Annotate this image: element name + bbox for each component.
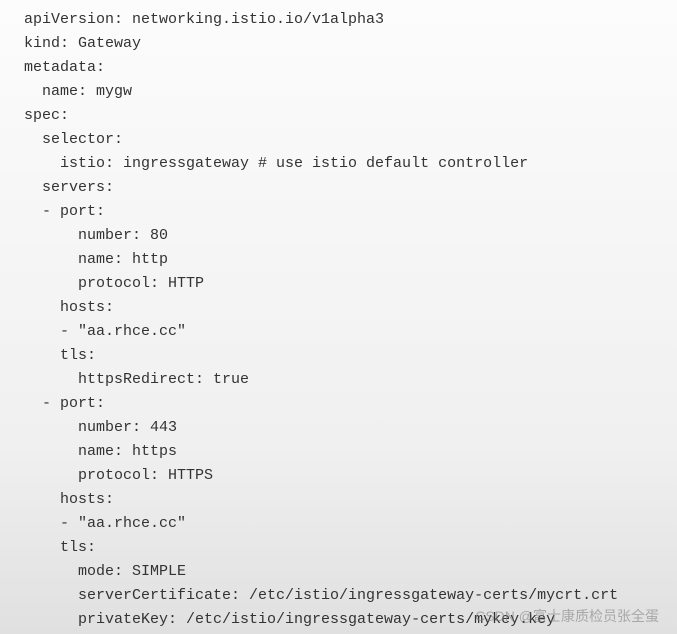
- code-line: serverCertificate: /etc/istio/ingressgat…: [24, 587, 618, 604]
- code-line: hosts:: [24, 299, 114, 316]
- code-line: - "aa.rhce.cc": [24, 323, 186, 340]
- code-line: kind: Gateway: [24, 35, 141, 52]
- code-line: number: 80: [24, 227, 168, 244]
- code-line: - port:: [24, 395, 105, 412]
- code-line: - "aa.rhce.cc": [24, 515, 186, 532]
- code-line: name: https: [24, 443, 177, 460]
- code-line: - port:: [24, 203, 105, 220]
- code-line: number: 443: [24, 419, 177, 436]
- code-line: protocol: HTTP: [24, 275, 204, 292]
- code-line: spec:: [24, 107, 69, 124]
- code-line: metadata:: [24, 59, 105, 76]
- code-line: servers:: [24, 179, 114, 196]
- yaml-code-block: apiVersion: networking.istio.io/v1alpha3…: [24, 8, 677, 632]
- code-line: selector:: [24, 131, 123, 148]
- code-line: httpsRedirect: true: [24, 371, 249, 388]
- code-line: tls:: [24, 539, 96, 556]
- code-line: name: http: [24, 251, 168, 268]
- code-line: apiVersion: networking.istio.io/v1alpha3: [24, 11, 384, 28]
- code-line: mode: SIMPLE: [24, 563, 186, 580]
- code-line: istio: ingressgateway # use istio defaul…: [24, 155, 528, 172]
- code-line: name: mygw: [24, 83, 132, 100]
- code-line: tls:: [24, 347, 96, 364]
- watermark-text: CSDN @富士康质检员张全蛋: [475, 604, 659, 628]
- code-line: hosts:: [24, 491, 114, 508]
- code-line: protocol: HTTPS: [24, 467, 213, 484]
